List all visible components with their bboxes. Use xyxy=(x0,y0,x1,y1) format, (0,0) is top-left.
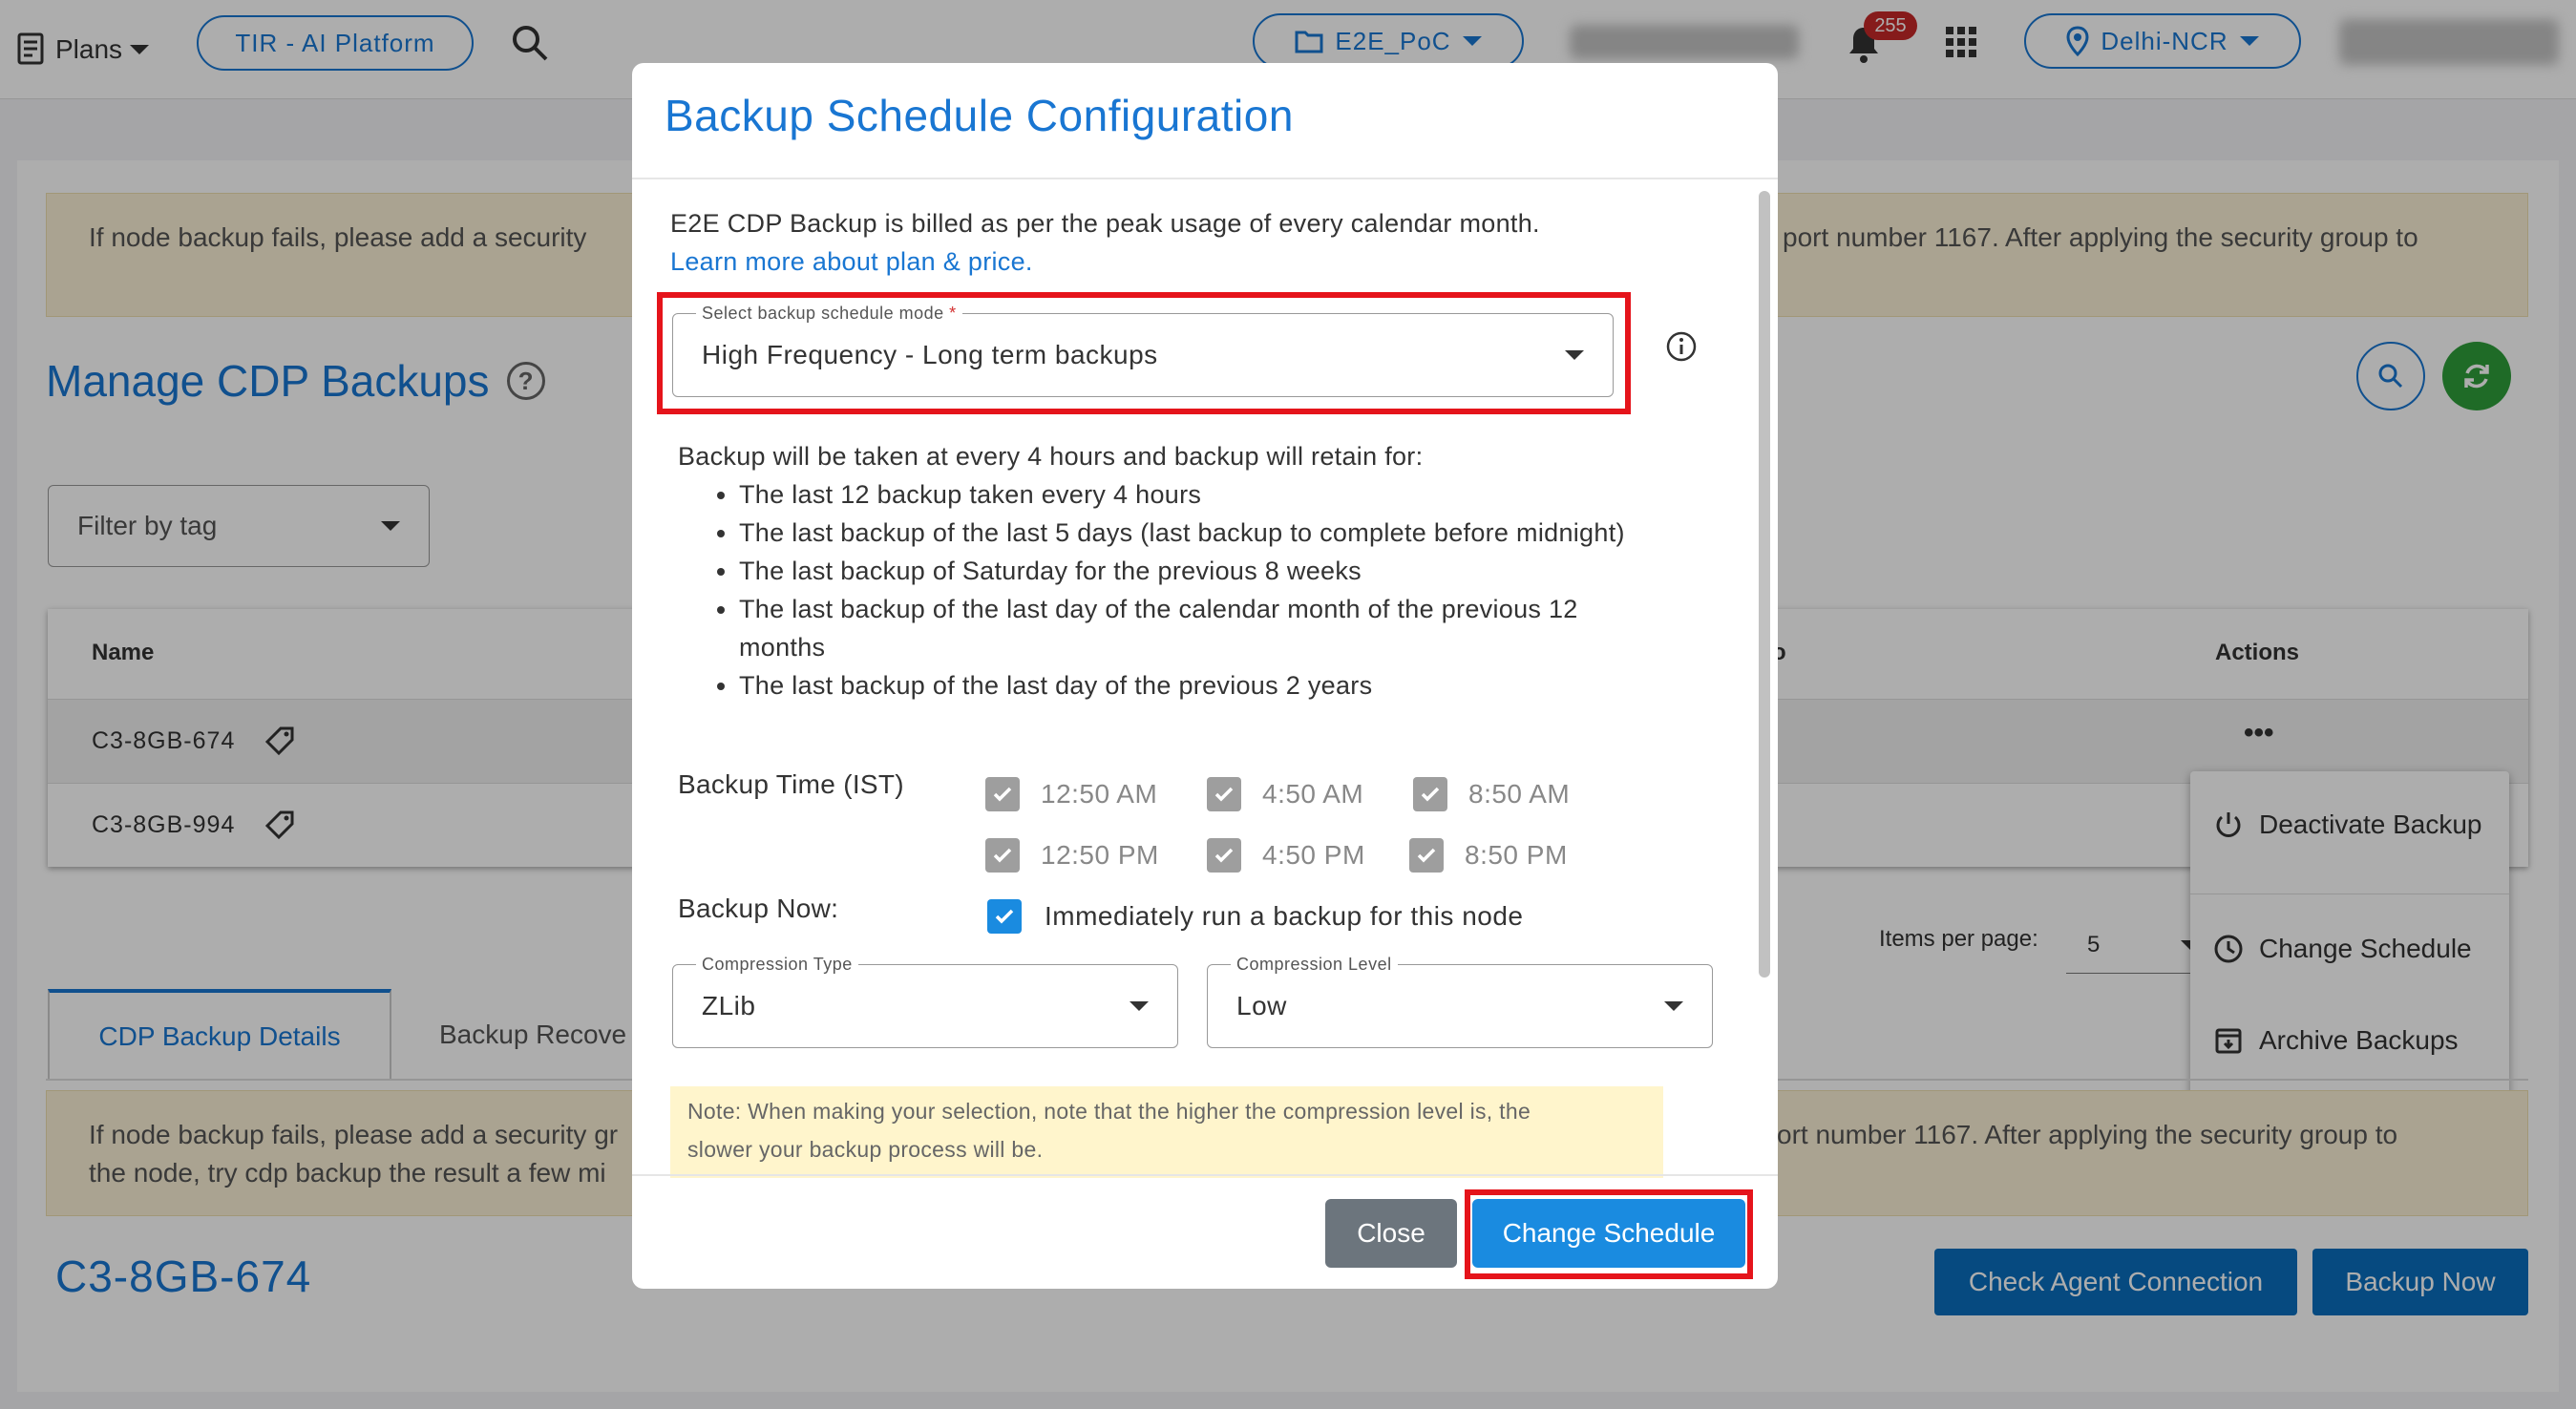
time-option-450am[interactable]: 4:50 AM xyxy=(1207,777,1363,811)
learn-more-link[interactable]: Learn more about plan & price. xyxy=(670,242,1033,281)
checkbox-label: Immediately run a backup for this node xyxy=(1045,901,1524,931)
checkbox-checked-icon xyxy=(1207,777,1241,811)
list-item: The last backup of the last 5 days (last… xyxy=(739,514,1747,552)
compression-type-value: ZLib xyxy=(702,991,756,1020)
backup-schedule-dialog: Backup Schedule Configuration E2E CDP Ba… xyxy=(632,63,1778,1289)
schedule-description-text: Backup will be taken at every 4 hours an… xyxy=(678,442,1424,471)
list-item: The last 12 backup taken every 4 hours xyxy=(739,475,1747,514)
time-label: 12:50 AM xyxy=(1041,779,1158,809)
checkbox-checked-icon xyxy=(987,899,1022,934)
compression-type-label: Compression Type xyxy=(696,954,858,975)
chevron-down-icon xyxy=(1130,1001,1149,1011)
scrollbar-thumb[interactable] xyxy=(1759,191,1770,978)
checkbox-checked-icon xyxy=(1413,777,1447,811)
time-option-450pm[interactable]: 4:50 PM xyxy=(1207,838,1365,873)
list-item: The last backup of the last day of the p… xyxy=(739,666,1747,704)
compression-level-label: Compression Level xyxy=(1231,954,1398,975)
schedule-description: Backup will be taken at every 4 hours an… xyxy=(678,437,1747,704)
immediate-backup-checkbox[interactable]: Immediately run a backup for this node xyxy=(987,899,1523,934)
compression-level-value: Low xyxy=(1236,991,1287,1020)
checkbox-checked-icon xyxy=(1409,838,1444,873)
change-schedule-button[interactable]: Change Schedule xyxy=(1472,1199,1745,1268)
checkbox-checked-icon xyxy=(985,838,1020,873)
list-item: The last backup of Saturday for the prev… xyxy=(739,552,1747,590)
retention-list: The last 12 backup taken every 4 hours T… xyxy=(678,475,1747,704)
chevron-down-icon xyxy=(1664,1001,1683,1011)
list-item: months xyxy=(739,633,826,662)
checkbox-checked-icon xyxy=(985,777,1020,811)
schedule-mode-label: Select backup schedule mode * xyxy=(696,303,962,324)
dialog-header-divider xyxy=(632,178,1778,179)
time-option-1250pm[interactable]: 12:50 PM xyxy=(985,838,1159,873)
note-line: Note: When making your selection, note t… xyxy=(687,1099,1531,1124)
schedule-mode-select[interactable]: Select backup schedule mode * High Frequ… xyxy=(672,303,1614,397)
time-label: 4:50 PM xyxy=(1262,840,1365,870)
dialog-title: Backup Schedule Configuration xyxy=(665,91,1294,140)
list-item: The last backup of the last day of the c… xyxy=(739,590,1747,628)
close-button[interactable]: Close xyxy=(1325,1199,1457,1268)
backup-now-label: Backup Now: xyxy=(678,894,839,923)
time-option-850am[interactable]: 8:50 AM xyxy=(1413,777,1570,811)
time-label: 4:50 AM xyxy=(1262,779,1364,809)
time-label: 8:50 AM xyxy=(1468,779,1571,809)
info-icon[interactable] xyxy=(1665,330,1698,363)
backup-time-label: Backup Time (IST) xyxy=(678,769,904,799)
dialog-footer-divider xyxy=(632,1174,1778,1176)
schedule-mode-value: High Frequency - Long term backups xyxy=(702,340,1158,369)
compression-level-select[interactable]: Compression Level Low xyxy=(1207,954,1713,1048)
note-line: slower your backup process will be. xyxy=(687,1137,1044,1162)
time-option-1250am[interactable]: 12:50 AM xyxy=(985,777,1157,811)
billing-text: E2E CDP Backup is billed as per the peak… xyxy=(670,209,1540,238)
time-label: 8:50 PM xyxy=(1465,840,1568,870)
time-option-850pm[interactable]: 8:50 PM xyxy=(1409,838,1568,873)
chevron-down-icon xyxy=(1565,350,1584,360)
compression-type-select[interactable]: Compression Type ZLib xyxy=(672,954,1178,1048)
compression-note: Note: When making your selection, note t… xyxy=(670,1086,1663,1178)
checkbox-checked-icon xyxy=(1207,838,1241,873)
time-label: 12:50 PM xyxy=(1041,840,1159,870)
